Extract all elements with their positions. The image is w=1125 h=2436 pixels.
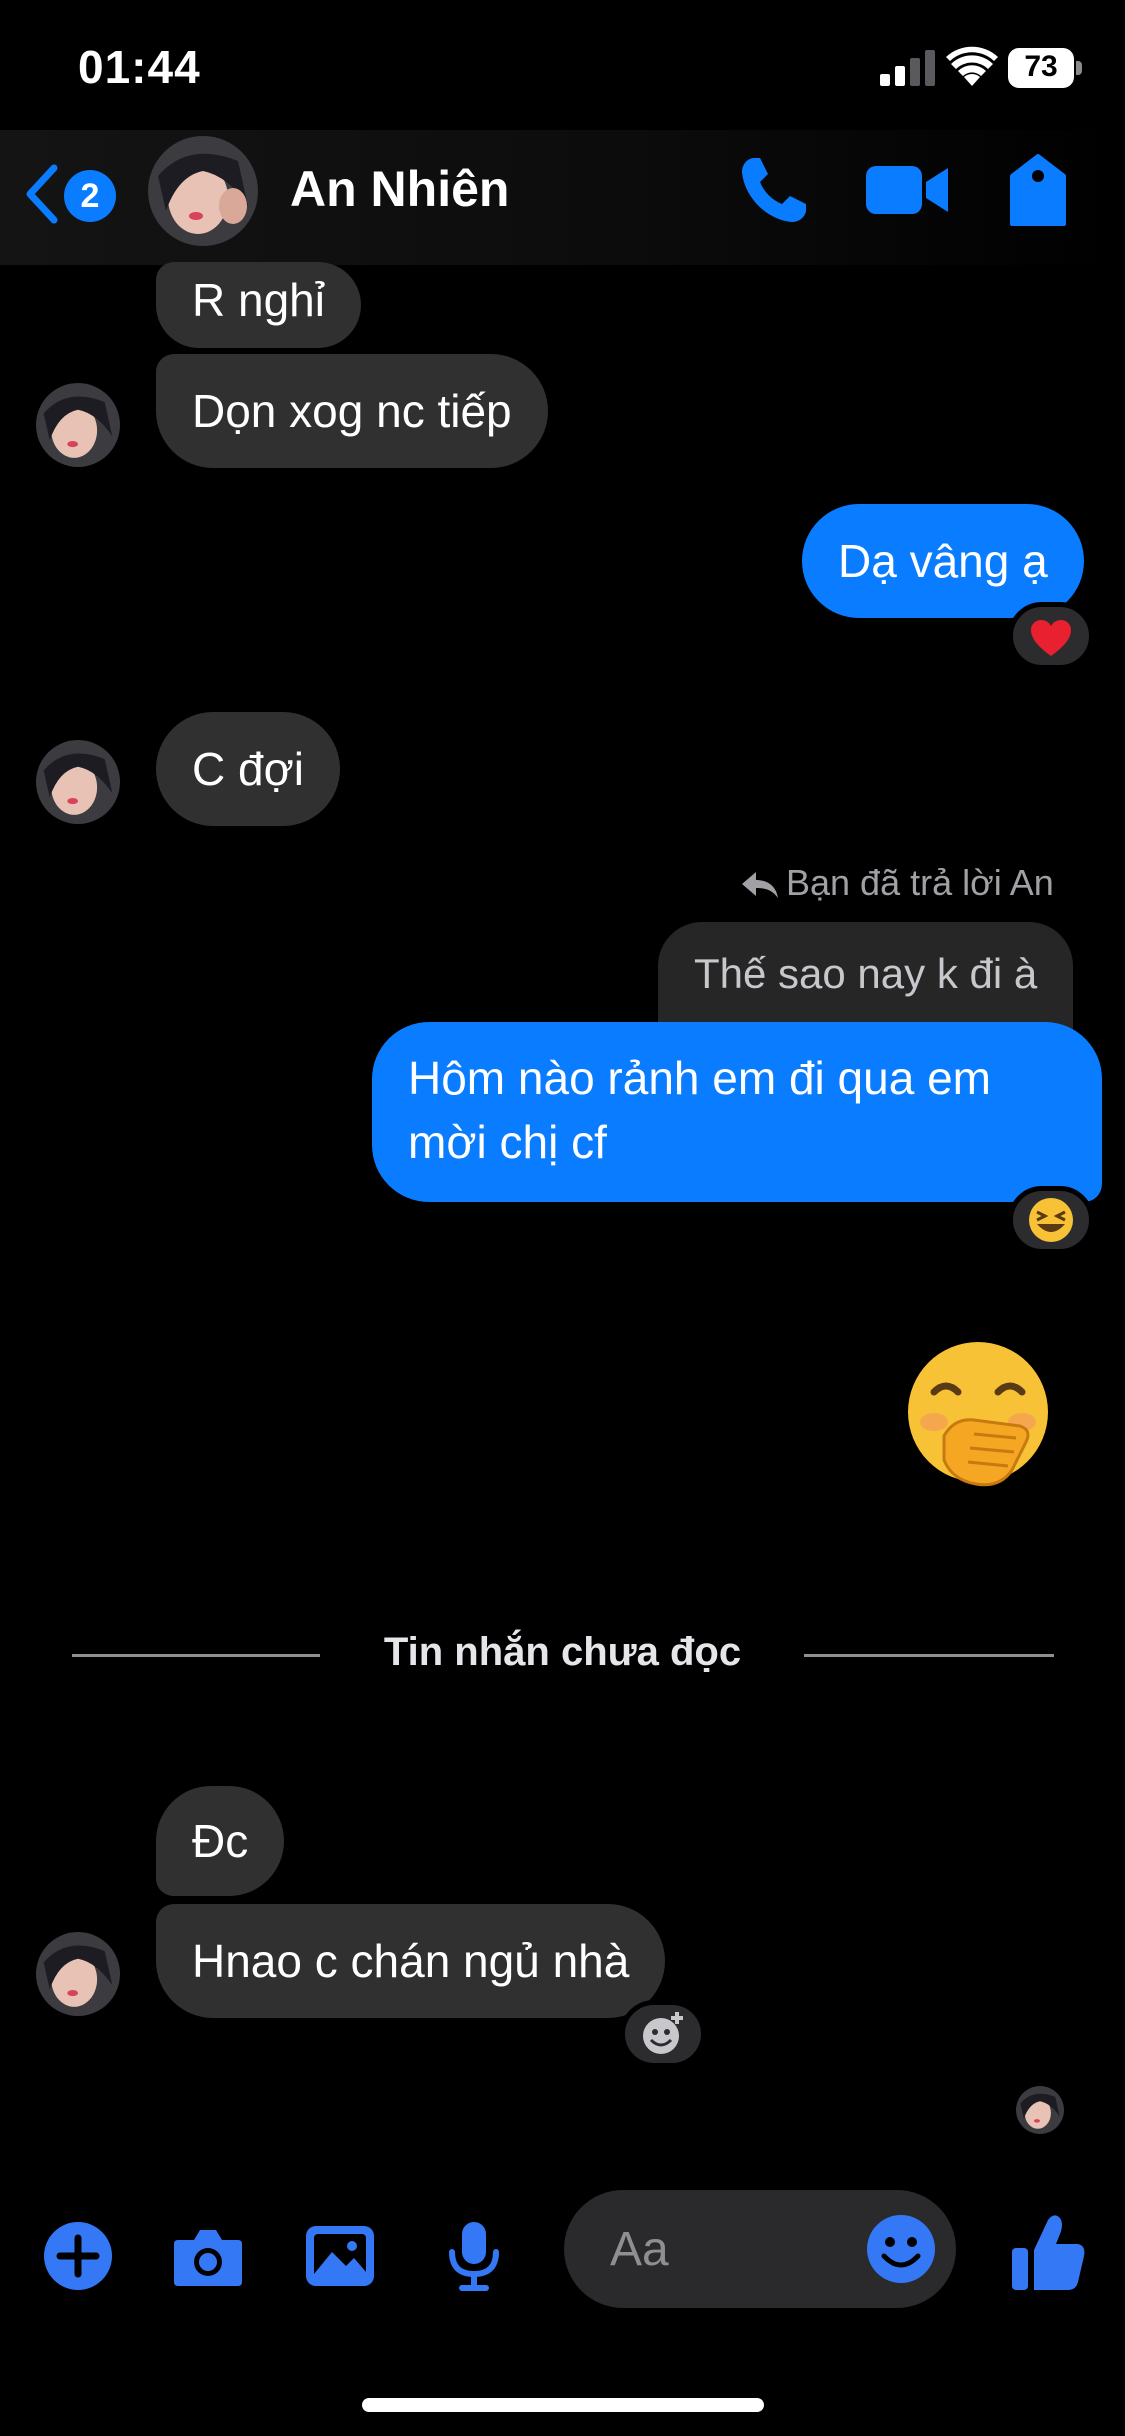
thumbs-up-icon[interactable] (1008, 2210, 1088, 2294)
laughing-reaction[interactable] (1008, 1186, 1094, 1254)
message-bubble-outgoing[interactable]: Hôm nào rảnh em đi qua em mời chị cf (372, 1022, 1102, 1202)
message-input-placeholder: Aa (610, 2223, 669, 2276)
unread-count-badge: 2 (64, 170, 116, 222)
cellular-signal-icon (880, 50, 935, 86)
contact-name[interactable]: An Nhiên (290, 160, 509, 218)
status-bar: 01:44 73 (0, 0, 1125, 130)
tag-info-icon[interactable] (1000, 152, 1076, 228)
reply-arrow-icon (742, 872, 778, 898)
reply-context: Bạn đã trả lời An (730, 860, 1070, 910)
video-call-icon[interactable] (864, 152, 950, 228)
quoted-message[interactable]: Thế sao nay k đi à (658, 922, 1074, 1032)
hand-over-mouth-emoji[interactable] (904, 1340, 1052, 1490)
sender-avatar[interactable] (36, 383, 120, 467)
heart-icon (1031, 620, 1071, 656)
avatar-image (148, 136, 258, 246)
message-bubble-incoming[interactable]: R nghỉ (156, 262, 361, 348)
gallery-icon[interactable] (302, 2218, 378, 2294)
chevron-left-icon (26, 164, 58, 224)
message-input[interactable]: Aa (564, 2190, 956, 2308)
phone-call-icon[interactable] (736, 152, 812, 228)
unread-messages-divider: Tin nhắn chưa đọc (383, 1630, 742, 1674)
avatar-image (36, 383, 120, 467)
message-text: Đc (192, 1815, 249, 1867)
message-text: R nghỉ (192, 274, 325, 326)
divider-line-left (72, 1654, 320, 1657)
plus-icon[interactable] (40, 2218, 116, 2294)
microphone-icon[interactable] (436, 2218, 512, 2294)
message-bubble-outgoing[interactable]: Dạ vâng ạ (802, 504, 1084, 618)
message-text: Hnao c chán ngủ nhà (192, 1935, 630, 1987)
message-text: Dọn xog nc tiếp (192, 385, 512, 437)
message-text-line: mời chị cf (408, 1116, 607, 1168)
divider-line-right (804, 1654, 1054, 1657)
sender-avatar[interactable] (36, 740, 120, 824)
reply-context-label: Bạn đã trả lời An (786, 862, 1054, 903)
back-button[interactable]: 2 (22, 158, 122, 228)
message-text: C đợi (192, 743, 304, 795)
conversation-header: 2 An Nhiên (0, 130, 1125, 265)
wifi-icon (946, 46, 998, 86)
battery-indicator: 73 (1008, 48, 1082, 88)
sender-avatar[interactable] (36, 1932, 120, 2016)
add-reaction-icon (643, 2012, 683, 2054)
message-text-line: Hôm nào rảnh em đi qua em (408, 1052, 991, 1104)
add-reaction-button[interactable] (620, 2000, 706, 2068)
avatar-image (1016, 2086, 1064, 2134)
avatar-image (36, 1932, 120, 2016)
message-text: Dạ vâng ạ (838, 535, 1048, 587)
home-indicator (362, 2398, 764, 2412)
status-time: 01:44 (78, 41, 201, 93)
camera-icon[interactable] (170, 2218, 246, 2294)
laughing-face-icon (1029, 1198, 1073, 1242)
contact-avatar[interactable] (148, 136, 258, 246)
message-bubble-incoming[interactable]: Đc (156, 1786, 285, 1896)
battery-level: 73 (1024, 50, 1058, 83)
avatar-image (36, 740, 120, 824)
emoji-icon[interactable] (864, 2212, 938, 2286)
message-bubble-incoming[interactable]: Hnao c chán ngủ nhà (156, 1904, 666, 2018)
message-composer: Aa (0, 2180, 1125, 2320)
heart-reaction[interactable] (1008, 602, 1094, 670)
message-bubble-incoming[interactable]: C đợi (156, 712, 340, 826)
quoted-text: Thế sao nay k đi à (694, 950, 1038, 997)
message-bubble-incoming[interactable]: Dọn xog nc tiếp (156, 354, 548, 468)
read-receipt-avatar (1016, 2086, 1064, 2134)
